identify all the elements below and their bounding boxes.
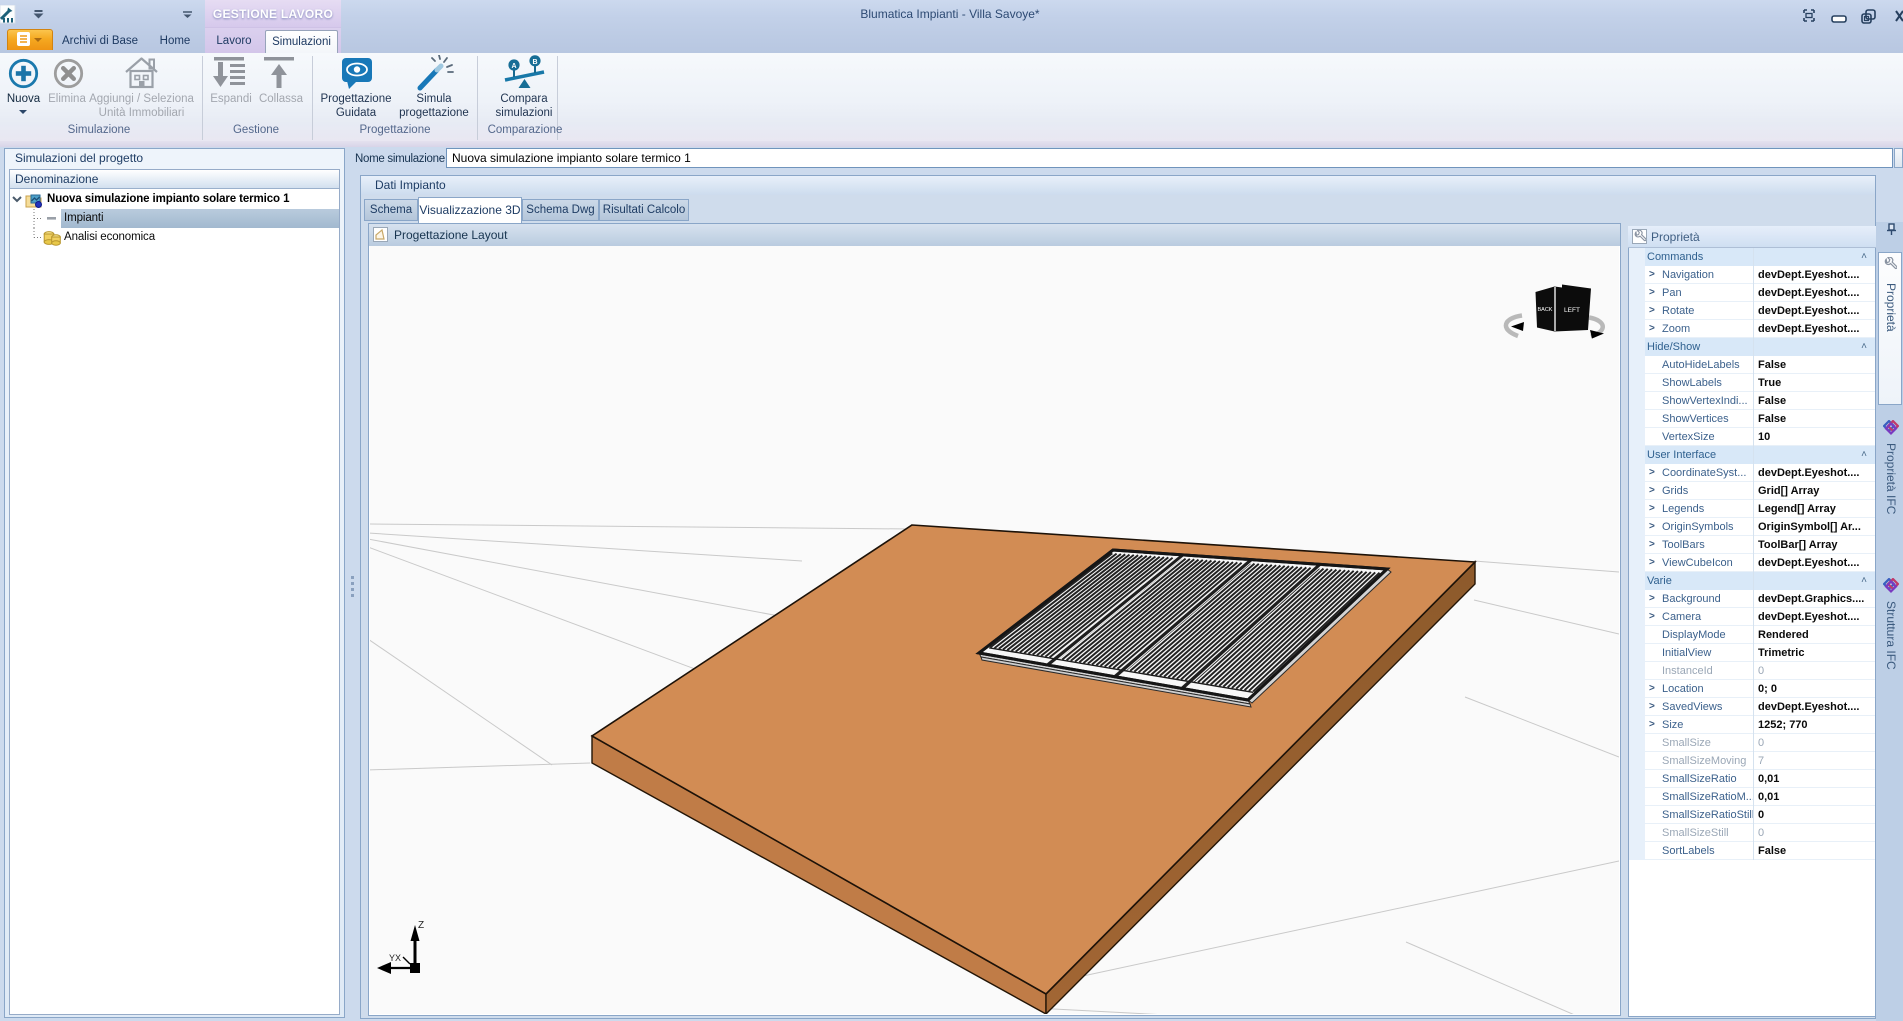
svg-text:Z: Z	[418, 920, 424, 931]
svg-text:BACK: BACK	[1538, 307, 1553, 313]
svg-text:B: B	[532, 59, 537, 66]
svg-text:LEFT: LEFT	[1564, 307, 1580, 314]
svg-text:A: A	[511, 63, 516, 70]
svg-text:YX: YX	[389, 953, 401, 963]
